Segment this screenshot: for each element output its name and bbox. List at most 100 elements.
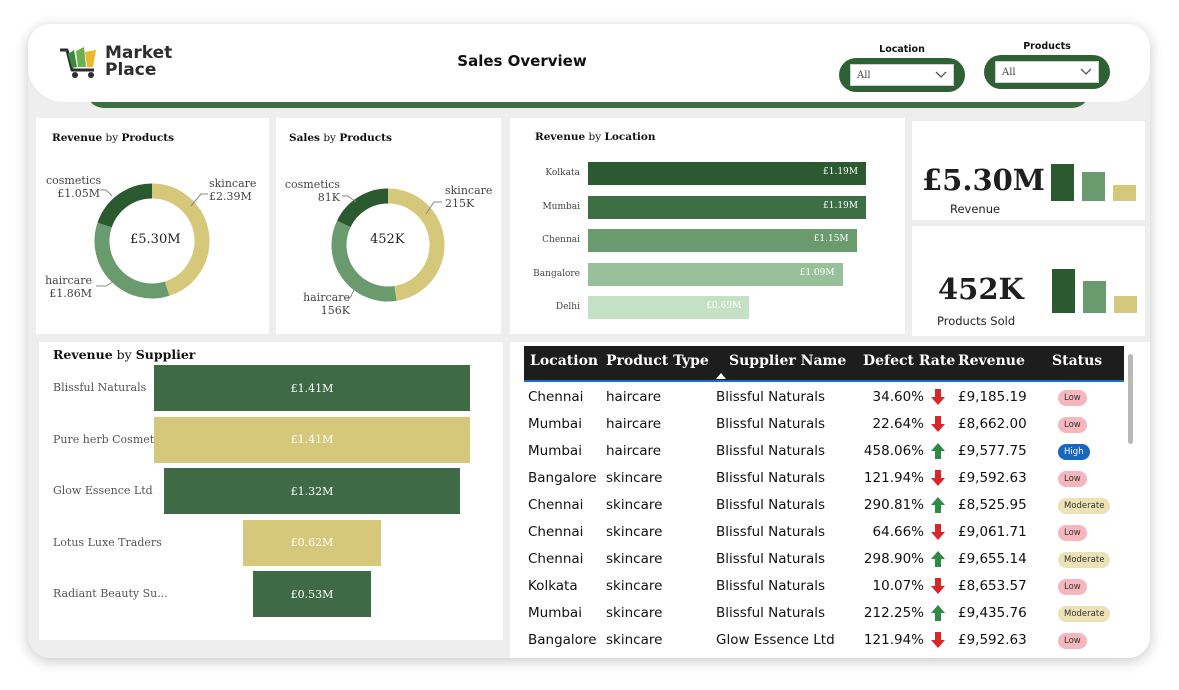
location-label: Delhi [555,302,580,312]
revenue-by-location-card: Revenue by Location Kolkata £1.19M Mumbai £… [510,118,905,334]
cell-defect-rate: 22.64% [872,416,924,432]
location-bar[interactable]: £1.19M [588,162,866,185]
shopping-cart-icon [60,47,96,78]
cell-revenue: £8,525.95 [958,497,1027,513]
table-row[interactable]: Mumbai skincare Blissful Naturals 212.25% £9… [510,600,1130,627]
cell-defect-rate: 121.94% [863,632,924,648]
cell-location: Mumbai [528,605,582,621]
table-row[interactable]: Bangalore skincare Glow Essence Ltd 121.94%… [510,627,1130,654]
slice-name: skincare [209,177,257,190]
chevron-down-icon [935,71,947,78]
arrow-up-icon [928,495,948,515]
cell-supplier-name: Blissful Naturals [716,524,826,540]
donut-slice-cosmetics[interactable] [337,188,389,228]
cell-revenue: £9,435.76 [958,605,1027,621]
revenue-donut-chart[interactable] [36,118,269,334]
logo-text: Market Place [105,45,172,79]
title-part: by [116,347,132,362]
table-row[interactable]: Bangalore skincare Blissful Naturals 121.94… [510,465,1130,492]
location-bar-value: £1.19M [823,200,858,211]
cell-supplier-name: Blissful Naturals [716,416,826,432]
table-row[interactable]: Mumbai haircare Blissful Naturals 22.64% £8,… [510,411,1130,438]
cell-product-type: haircare [606,443,662,459]
cell-location: Chennai [528,524,584,540]
location-dropdown[interactable]: All [850,64,954,86]
cell-revenue: £9,592.63 [958,632,1027,648]
table-row[interactable]: Chennai skincare Blissful Naturals 298.90% £… [510,546,1130,573]
supplier-bar[interactable]: £1.32M [164,468,460,514]
products-filter-label: Products [1023,41,1071,52]
chevron-down-icon [1080,68,1092,75]
products-dropdown[interactable]: All [995,61,1099,83]
supplier-bar[interactable]: £0.53M [252,571,372,617]
slice-value: 81K [317,191,340,204]
cell-location: Chennai [528,389,584,405]
supplier-bar[interactable]: £1.41M [154,416,470,463]
location-bar[interactable]: £1.09M [588,262,843,286]
supplier-bar[interactable]: £0.62M [242,519,382,566]
cell-revenue: £8,662.00 [958,416,1027,432]
arrow-up-icon [928,603,948,623]
cell-defect-rate: 10.07% [872,578,924,594]
status-badge: High [1058,444,1090,460]
location-bar-value: £0.69M [706,301,742,311]
cell-location: Chennai [528,497,584,513]
table-row[interactable]: Chennai haircare Blissful Naturals 34.60% £9… [510,384,1130,411]
cell-defect-rate: 34.60% [872,389,924,405]
donut-center-value: 452K [370,232,405,247]
title-part: Supplier [135,347,196,362]
supplier-details-table: Location Product Type Supplier Name Defe… [510,342,1150,658]
title-part: Revenue [535,131,586,143]
slice-label-haircare: haircare £1.86M [44,274,92,300]
cell-defect-rate: 290.81% [863,497,924,513]
cell-revenue: £9,655.14 [958,551,1027,567]
cell-supplier-name: Blissful Naturals [716,605,826,621]
sort-ascending-icon[interactable] [716,373,726,379]
table-header: Location Product Type Supplier Name Defe… [524,346,1124,382]
kpi-mini-bar [1052,269,1075,313]
status-badge: Low [1058,390,1087,406]
location-bar[interactable]: £0.69M [588,296,750,319]
column-header-supplier-name[interactable]: Supplier Name [729,353,846,369]
table-row[interactable]: Chennai skincare Blissful Naturals 64.66% £9… [510,519,1130,546]
location-bar[interactable]: £1.19M [588,195,866,219]
column-header-status[interactable]: Status [1052,353,1102,369]
cell-supplier-name: Blissful Naturals [716,470,826,486]
status-badge: Moderate [1058,606,1111,622]
slice-value: £1.05M [57,187,100,200]
supplier-label: Pure herb Cosmetics [53,432,170,446]
kpi-mini-bar [1113,184,1136,201]
location-bar[interactable]: £1.15M [588,229,857,252]
header: Market Place Sales Overview Location All… [28,24,1150,102]
table-row[interactable]: Chennai skincare Blissful Naturals 290.81% £… [510,492,1130,519]
column-header-revenue[interactable]: Revenue [958,353,1025,369]
slice-label-cosmetics: cosmetics £1.05M [46,174,101,200]
kpi-revenue-card: £5.30M Revenue [912,121,1145,220]
cell-supplier-name: Glow Essence Ltd [716,632,835,648]
donut-center-value: £5.30M [130,232,181,247]
title-part: Location [604,131,656,143]
products-dropdown-value: All [1002,66,1016,78]
status-badge: Low [1058,525,1087,541]
column-header-defect-rate[interactable]: Defect Rate [863,353,955,369]
arrow-down-icon [928,522,948,542]
column-header-product-type[interactable]: Product Type [606,353,709,369]
cell-product-type: haircare [606,416,662,432]
card-title: Revenue by Supplier [53,347,195,362]
title-part: by [588,131,602,143]
table-row[interactable]: Mumbai haircare Blissful Naturals 458.06% £9… [510,438,1130,465]
slice-value: £2.39M [209,190,252,203]
table-row[interactable]: Kolkata skincare Blissful Naturals 10.07% £8… [510,573,1130,600]
cell-product-type: skincare [606,470,663,486]
kpi-mini-bar [1051,164,1074,201]
products-filter-pill: All [984,55,1110,89]
location-label: Bangalore [533,268,580,279]
supplier-label: Lotus Luxe Traders [53,535,162,549]
sales-by-products-card: Sales by Products 452K skincare 215K cos… [276,118,501,334]
column-header-location[interactable]: Location [530,353,598,369]
supplier-bar[interactable]: £1.41M [154,365,470,411]
cell-product-type: skincare [606,524,663,540]
kpi-revenue-label: Revenue [950,202,1001,216]
slice-label-skincare: skincare £2.39M [209,177,256,203]
arrow-down-icon [928,468,948,488]
